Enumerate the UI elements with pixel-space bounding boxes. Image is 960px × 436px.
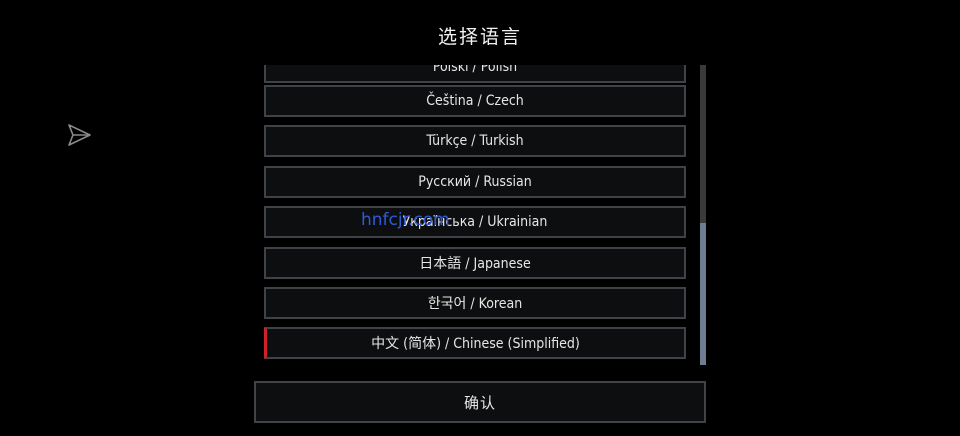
- scrollbar[interactable]: [700, 65, 706, 365]
- language-item-label: Polski / Polish: [432, 65, 518, 75]
- language-item-label: Русский / Russian: [418, 174, 532, 190]
- language-item-chinese-simplified[interactable]: 中文 (简体) / Chinese (Simplified): [264, 327, 686, 359]
- language-item-turkish[interactable]: Türkçe / Turkish: [264, 125, 686, 157]
- language-item-label: 日本語 / Japanese: [419, 256, 531, 272]
- confirm-button[interactable]: 确认: [254, 381, 706, 423]
- language-item-polish[interactable]: Polski / Polish: [264, 65, 686, 83]
- watermark-text: hnfcjr.com: [361, 210, 450, 230]
- language-item-ukrainian[interactable]: Українська / Ukrainian: [264, 206, 686, 238]
- language-item-russian[interactable]: Русский / Russian: [264, 166, 686, 198]
- language-item-label: Čeština / Czech: [426, 93, 524, 109]
- language-item-japanese[interactable]: 日本語 / Japanese: [264, 247, 686, 279]
- page-title: 选择语言: [437, 26, 522, 48]
- language-item-czech[interactable]: Čeština / Czech: [264, 85, 686, 117]
- language-item-label: 中文 (简体) / Chinese (Simplified): [371, 336, 580, 352]
- send-icon[interactable]: [66, 122, 92, 148]
- language-list[interactable]: Polski / Polish Čeština / Czech Türkçe /…: [262, 65, 690, 365]
- confirm-button-label: 确认: [463, 393, 496, 412]
- language-item-label: 한국어 / Korean: [427, 296, 523, 312]
- language-select-screen: 选择语言 Polski / Polish Čeština / Czech Tür…: [0, 0, 960, 436]
- scrollbar-thumb[interactable]: [700, 223, 706, 365]
- language-item-label: Türkçe / Turkish: [426, 133, 524, 149]
- language-item-korean[interactable]: 한국어 / Korean: [264, 287, 686, 319]
